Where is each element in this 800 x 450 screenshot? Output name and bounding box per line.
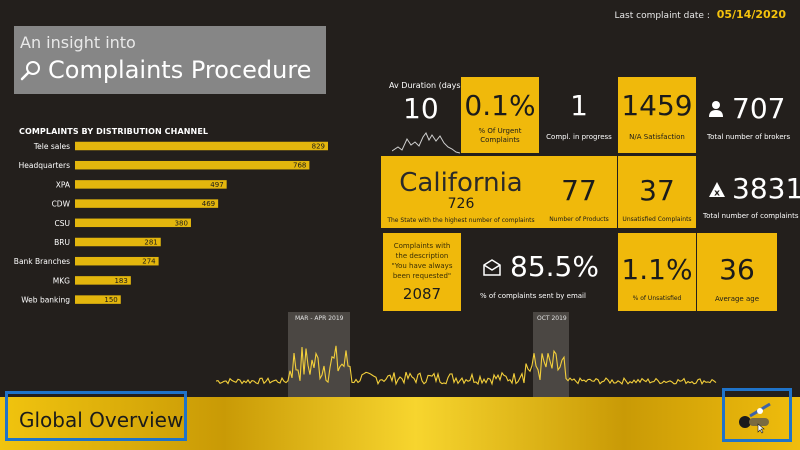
avg-age-label: Average age <box>714 295 759 303</box>
unsatisfied-value: 37 <box>639 174 675 207</box>
last-complaint-date: Last complaint date : 05/14/2020 <box>615 8 786 21</box>
bar-value-label: 497 <box>210 181 223 189</box>
description-value: 2087 <box>402 285 442 303</box>
distribution-channel-chart: Tele sales 829 Headquarters 768 XPA 497 CDW 469… <box>14 141 328 305</box>
bar[interactable] <box>75 180 227 189</box>
in-progress-kpi: 1 Compl. in progress <box>543 77 615 153</box>
total-complaints-kpi: x 3831 <box>708 174 800 204</box>
last-date-label: Last complaint date : <box>614 11 710 21</box>
state-tile: California 726 The State with the highes… <box>381 156 541 228</box>
products-tile: 77 Number of Products <box>541 156 617 228</box>
duration-sparkline <box>392 132 460 154</box>
email-kpi: 85.5% <box>482 252 599 282</box>
svg-text:x: x <box>714 188 720 198</box>
bar[interactable] <box>75 141 328 151</box>
bar-value-label: 829 <box>312 143 325 151</box>
bar-value-label: 274 <box>142 258 156 266</box>
bar[interactable] <box>75 160 310 170</box>
bar[interactable] <box>75 199 219 208</box>
state-label: The State with the highest number of com… <box>387 217 535 224</box>
state-name: California <box>399 168 523 198</box>
bar[interactable] <box>75 218 191 228</box>
brokers-value: 707 <box>732 92 786 125</box>
bar-value-label: 150 <box>104 296 117 304</box>
bar-category-label: Bank Branches <box>14 257 70 266</box>
bar-category-label: XPA <box>56 180 71 189</box>
products-label: Number of Products <box>549 216 609 223</box>
unsatisfied-label: Unsatisfied Complaints <box>622 216 692 223</box>
unsatisfied-tile: 37 Unsatisfied Complaints <box>618 156 696 228</box>
av-duration-value: 10 <box>403 92 439 125</box>
email-label: % of complaints sent by email <box>480 292 586 300</box>
bar-value-label: 183 <box>114 277 127 285</box>
total-complaints-value: 3831 <box>732 172 800 205</box>
bar-category-label: CDW <box>52 200 71 209</box>
email-value: 85.5% <box>510 250 599 283</box>
urgent-label: % Of Urgent Complaints <box>478 127 522 144</box>
person-icon <box>709 101 723 117</box>
bar-category-label: CSU <box>55 219 71 228</box>
na-satisfaction-value: 1459 <box>621 89 693 122</box>
state-value: 726 <box>447 196 475 212</box>
bar-category-label: Web banking <box>21 296 70 305</box>
products-value: 77 <box>561 174 597 207</box>
urgent-tile: 0.1% % Of Urgent Complaints <box>461 77 539 153</box>
magnifier-icon <box>20 61 40 81</box>
brokers-kpi: 707 <box>708 94 785 124</box>
chart-title: COMPLAINTS BY DISTRIBUTION CHANNEL <box>19 127 209 136</box>
bar-category-label: BRU <box>54 238 70 247</box>
page-title: Complaints Procedure <box>20 56 311 84</box>
description-text: Complaints with the description "You hav… <box>391 242 453 280</box>
complaints-timeline <box>216 345 717 386</box>
av-duration-label: Av Duration (days) <box>389 81 464 90</box>
description-tile: Complaints with the description "You hav… <box>383 233 461 311</box>
warning-icon: x <box>709 181 725 198</box>
bar-category-label: MKG <box>53 276 70 285</box>
in-progress-value: 1 <box>570 89 588 122</box>
bar-value-label: 469 <box>202 200 215 208</box>
in-progress-label: Compl. in progress <box>546 133 612 141</box>
na-satisfaction-label: N/A Satisfaction <box>629 133 685 141</box>
na-satisfaction-tile: 1459 N/A Satisfaction <box>618 77 696 153</box>
toggle-icon <box>739 402 771 434</box>
unsatisfied-pct-value: 1.1% <box>621 253 693 286</box>
page-subtitle: An insight into <box>20 33 136 52</box>
bar-value-label: 380 <box>175 219 188 227</box>
unsatisfied-pct-label: % of Unsatisfied <box>632 295 682 302</box>
avg-age-value: 36 <box>719 253 755 286</box>
urgent-value: 0.1% <box>464 89 536 122</box>
unsatisfied-pct-tile: 1.1% % of Unsatisfied <box>618 233 696 311</box>
bar-category-label: Tele sales <box>33 142 70 151</box>
bar-value-label: 768 <box>293 162 306 170</box>
last-date-value: 05/14/2020 <box>716 8 786 21</box>
avg-age-tile: 36 Average age <box>697 233 777 311</box>
email-icon <box>483 259 501 276</box>
bar-value-label: 281 <box>144 239 157 247</box>
global-overview-label: Global Overview <box>19 408 184 432</box>
brokers-label: Total number of brokers <box>707 133 791 141</box>
page-title-text: Complaints Procedure <box>48 56 312 84</box>
bar-category-label: Headquarters <box>19 161 70 170</box>
total-complaints-label: Total number of complaints <box>703 212 799 220</box>
